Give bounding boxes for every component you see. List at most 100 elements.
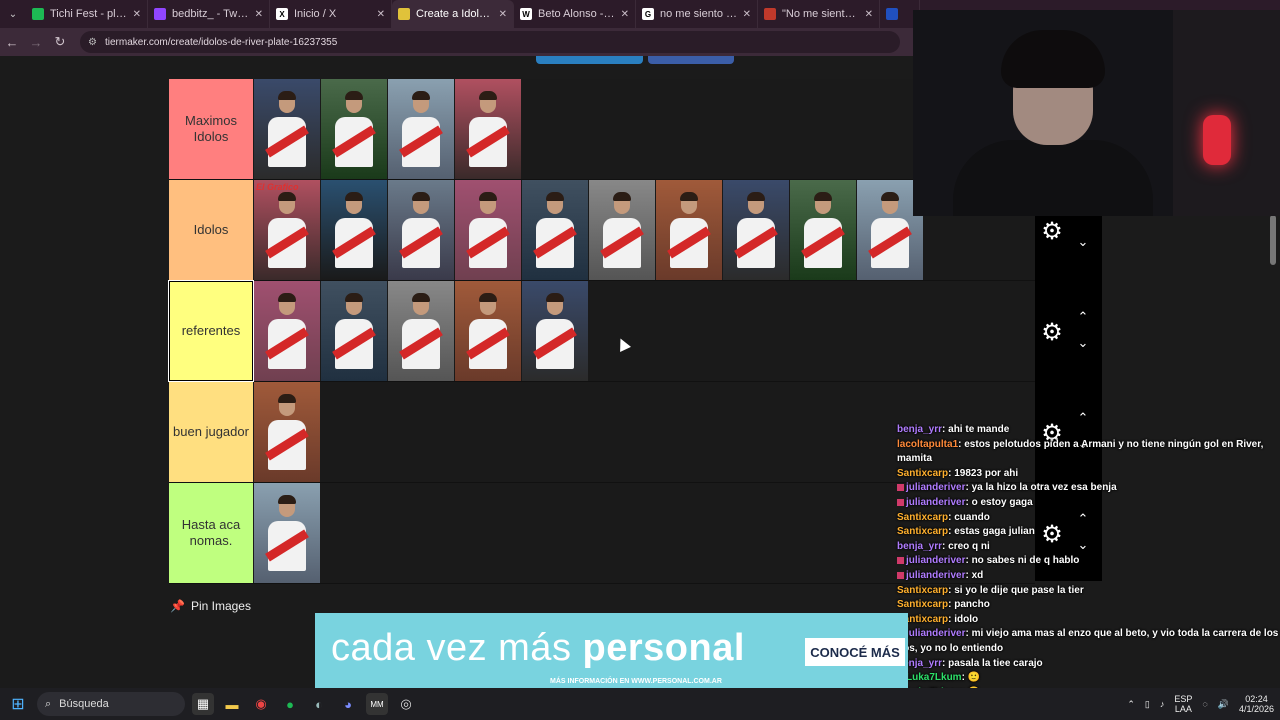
tab-close-icon[interactable]: ✕ [865, 9, 873, 20]
player-image[interactable] [388, 79, 454, 179]
player-image[interactable] [254, 79, 320, 179]
player-photo-hair [278, 192, 296, 201]
battery-icon[interactable]: ▯ [1145, 699, 1150, 709]
spotify-icon[interactable]: ● [279, 693, 301, 715]
tier-label[interactable]: Hasta aca nomas. [169, 483, 253, 583]
page-scrollbar[interactable] [1270, 215, 1276, 265]
chat-badge-icon [897, 484, 904, 492]
ad-cta-button[interactable]: CONOCÉ MÁS [805, 638, 905, 666]
player-image[interactable] [388, 281, 454, 381]
tab-close-icon[interactable]: ✕ [377, 9, 385, 20]
chat-username[interactable]: lacoltapulta1 [897, 439, 958, 450]
browser-tab[interactable]: X Inicio / X ✕ [270, 0, 392, 28]
chat-username[interactable]: Santixcarp [897, 599, 948, 610]
tab-search-chevron-icon[interactable]: ⌄ [0, 0, 26, 28]
chat-username[interactable]: julianderiver [906, 482, 965, 493]
clock[interactable]: 02:24 4/1/2026 [1239, 694, 1274, 714]
network-icon[interactable]: ◌ [1202, 699, 1207, 709]
chat-text: si yo le dije que pase la tier [954, 584, 1084, 596]
chat-username[interactable]: julianderiver [906, 555, 965, 566]
player-image[interactable] [455, 79, 521, 179]
player-image[interactable] [254, 281, 320, 381]
chat-username[interactable]: Luka7Lkum [906, 672, 962, 683]
player-image[interactable] [522, 180, 588, 280]
tier-label[interactable]: referentes [168, 280, 254, 382]
browser-tab[interactable]: Gno me siento campe ✕ [636, 0, 758, 28]
browser-tab[interactable]: W Beto Alonso - Wikipe ✕ [514, 0, 636, 28]
tier-label[interactable]: Idolos [169, 180, 253, 280]
tier-settings-gear-icon[interactable]: ⚙ [1039, 320, 1065, 346]
mic-icon[interactable]: ♪ [1160, 699, 1165, 709]
forward-icon[interactable]: → [24, 35, 48, 50]
player-image[interactable] [455, 281, 521, 381]
reload-icon[interactable]: ↻ [48, 34, 72, 50]
browser-tab[interactable]: Create a Idolos de Ri ✕ [392, 0, 514, 28]
move-up-chevron-icon[interactable]: ⌃ [1076, 310, 1090, 323]
chrome-icon[interactable]: ◉ [250, 693, 272, 715]
tier-settings-gear-icon[interactable]: ⚙ [1039, 219, 1065, 245]
player-image[interactable] [254, 483, 320, 583]
chat-badge-icon [897, 557, 904, 565]
tier-items [253, 281, 1035, 381]
browser-tab[interactable]: bedbitz_ - Twitch ✕ [148, 0, 270, 28]
obs-icon[interactable]: ◎ [395, 693, 417, 715]
ad-headline-bold: personal [582, 627, 745, 669]
chat-username[interactable]: Santixcarp [897, 512, 948, 523]
player-image[interactable] [522, 281, 588, 381]
tier-label[interactable]: Maximos Idolos [169, 79, 253, 179]
tab-close-icon[interactable]: ✕ [499, 9, 507, 20]
player-image[interactable] [589, 180, 655, 280]
tray-expand-icon[interactable]: ⌃ [1127, 699, 1135, 709]
player-photo-hair [680, 192, 698, 201]
ad-banner[interactable]: cada vez más personal CONOCÉ MÁS MÁS INF… [315, 613, 908, 688]
volume-icon[interactable]: 🔊 [1218, 699, 1229, 709]
player-image[interactable] [321, 180, 387, 280]
discord-icon[interactable]: ◕ [337, 693, 359, 715]
language-indicator[interactable]: ESP LAA [1174, 694, 1192, 714]
chat-username[interactable]: Santixcarp [897, 526, 948, 537]
explorer-icon[interactable]: ▬ [221, 693, 243, 715]
player-image[interactable] [455, 180, 521, 280]
chat-text: o estoy gaga [971, 496, 1033, 508]
player-image[interactable] [656, 180, 722, 280]
player-image[interactable] [321, 79, 387, 179]
tab-close-icon[interactable]: ✕ [255, 9, 263, 20]
chat-username[interactable]: Santixcarp [897, 585, 948, 596]
move-down-chevron-icon[interactable]: ⌄ [1076, 336, 1090, 349]
windows-start-icon[interactable]: ⊞ [7, 693, 29, 715]
site-info-icon[interactable]: ⚙ [88, 37, 97, 48]
player-image[interactable] [790, 180, 856, 280]
chat-text: creo q ni [948, 540, 990, 552]
tier-label[interactable]: buen jugador [169, 382, 253, 482]
chat-username[interactable]: Santixcarp [897, 468, 948, 479]
mm-app-icon[interactable]: MM [366, 693, 388, 715]
browser-tab[interactable]: Tichi Fest - playlist by ✕ [26, 0, 148, 28]
tab-favicon-icon: W [520, 8, 532, 20]
chat-username[interactable]: julianderiver [906, 497, 965, 508]
chat-username[interactable]: benja_yrr [897, 541, 942, 552]
chat-username[interactable]: julianderiver [906, 570, 965, 581]
url-field[interactable]: ⚙ tiermaker.com/create/idolos-de-river-p… [80, 31, 900, 53]
chat-username[interactable]: julianderiver [906, 628, 965, 639]
player-image[interactable] [321, 281, 387, 381]
pin-images[interactable]: 📌 Pin Images [170, 599, 251, 613]
top-button-left[interactable] [536, 56, 643, 64]
player-image[interactable] [388, 180, 454, 280]
tab-close-icon[interactable]: ✕ [621, 9, 629, 20]
top-button-right[interactable] [648, 56, 734, 64]
tab-close-icon[interactable]: ✕ [133, 9, 141, 20]
tab-close-icon[interactable]: ✕ [743, 9, 751, 20]
player-image[interactable] [254, 382, 320, 482]
chat-text: xd [971, 569, 984, 581]
browser-tab[interactable]: "No me siento campe ✕ [758, 0, 880, 28]
player-photo-hair [613, 192, 631, 201]
chat-username[interactable]: benja_yrr [897, 424, 942, 435]
player-image[interactable] [723, 180, 789, 280]
player-image[interactable]: El Grafico [254, 180, 320, 280]
steam-icon[interactable]: ◐ [308, 693, 330, 715]
taskview-icon[interactable]: ▦ [192, 693, 214, 715]
taskbar-search[interactable]: ⌕ Búsqueda [37, 692, 185, 716]
player-photo-hair [278, 293, 296, 302]
back-icon[interactable]: ← [0, 35, 24, 50]
move-down-chevron-icon[interactable]: ⌄ [1076, 235, 1090, 248]
